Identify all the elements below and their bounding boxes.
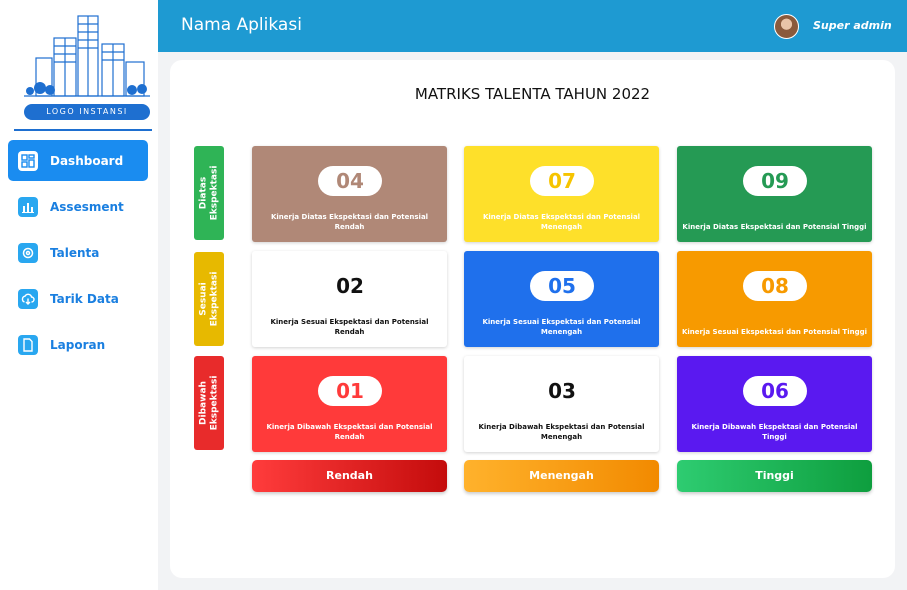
avatar[interactable] bbox=[774, 14, 799, 39]
cell-description: Kinerja Diatas Ekspektasi dan Potensial … bbox=[682, 223, 867, 231]
matrix-cell-04[interactable]: 04 Kinerja Diatas Ekspektasi dan Potensi… bbox=[252, 146, 447, 242]
column-label-rendah[interactable]: Rendah bbox=[252, 460, 447, 492]
row-label-text: Dibawah Ekspektasi bbox=[198, 375, 219, 431]
cell-number: 05 bbox=[530, 271, 594, 301]
cell-description: Kinerja Diatas Ekspektasi dan Potensial … bbox=[270, 213, 429, 231]
cell-description: Kinerja Sesuai Ekspektasi dan Potensial … bbox=[270, 318, 429, 336]
row-label-diatas: Diatas Ekspektasi bbox=[194, 146, 224, 240]
matrix-cell-07[interactable]: 07 Kinerja Diatas Ekspektasi dan Potensi… bbox=[464, 146, 659, 242]
top-header: Nama Aplikasi Super admin bbox=[158, 0, 907, 52]
cell-description: Kinerja Dibawah Ekspektasi dan Potensial… bbox=[266, 423, 433, 441]
cell-description: Kinerja Dibawah Ekspektasi dan Potensial… bbox=[478, 423, 645, 441]
cell-description: Kinerja Diatas Ekspektasi dan Potensial … bbox=[482, 213, 641, 231]
user-name[interactable]: Super admin bbox=[813, 19, 892, 32]
cell-number: 03 bbox=[548, 379, 576, 403]
sidebar-item-label: Talenta bbox=[50, 245, 100, 260]
gear-icon bbox=[18, 242, 38, 263]
sidebar-item-label: Assesment bbox=[50, 199, 124, 214]
cell-description: Kinerja Dibawah Ekspektasi dan Potensial… bbox=[691, 423, 858, 441]
agency-logo: LOGO INSTANSI bbox=[20, 10, 152, 120]
dashboard-icon bbox=[18, 150, 38, 171]
matrix-cell-02[interactable]: 02 Kinerja Sesuai Ekspektasi dan Potensi… bbox=[252, 251, 447, 347]
row-label-text: Sesuai Ekspektasi bbox=[198, 271, 219, 327]
matrix-cell-09[interactable]: 09 Kinerja Diatas Ekspektasi dan Potensi… bbox=[677, 146, 872, 242]
matrix-cell-01[interactable]: 01 Kinerja Dibawah Ekspektasi dan Potens… bbox=[252, 356, 447, 452]
matrix-cell-08[interactable]: 08 Kinerja Sesuai Ekspektasi dan Potensi… bbox=[677, 251, 872, 347]
document-icon bbox=[18, 334, 38, 355]
matrix-cell-06[interactable]: 06 Kinerja Dibawah Ekspektasi dan Potens… bbox=[677, 356, 872, 452]
cell-description: Kinerja Sesuai Ekspektasi dan Potensial … bbox=[482, 318, 641, 336]
cell-number: 02 bbox=[336, 274, 364, 298]
sidebar-item-laporan[interactable]: Laporan bbox=[8, 324, 148, 365]
talent-matrix-card: MATRIKS TALENTA TAHUN 2022 Diatas Ekspek… bbox=[170, 60, 895, 578]
sidebar-item-label: Tarik Data bbox=[50, 291, 119, 306]
sidebar-nav: Dashboard Assesment Talenta Tarik Data L… bbox=[8, 140, 148, 370]
sidebar: LOGO INSTANSI Dashboard Assesment Talent… bbox=[0, 0, 158, 590]
cell-number: 01 bbox=[318, 376, 382, 406]
sidebar-item-dashboard[interactable]: Dashboard bbox=[8, 140, 148, 181]
row-label-dibawah: Dibawah Ekspektasi bbox=[194, 356, 224, 450]
column-label-menengah[interactable]: Menengah bbox=[464, 460, 659, 492]
row-label-text: Diatas Ekspektasi bbox=[198, 165, 219, 221]
app-title: Nama Aplikasi bbox=[181, 15, 302, 35]
sidebar-item-assesment[interactable]: Assesment bbox=[8, 186, 148, 227]
city-buildings-icon bbox=[24, 15, 150, 97]
matrix-cell-03[interactable]: 03 Kinerja Dibawah Ekspektasi dan Potens… bbox=[464, 356, 659, 452]
logo-text: LOGO INSTANSI bbox=[24, 104, 150, 120]
cell-number: 07 bbox=[530, 166, 594, 196]
sidebar-item-tarik-data[interactable]: Tarik Data bbox=[8, 278, 148, 319]
cell-number: 04 bbox=[318, 166, 382, 196]
sidebar-item-label: Laporan bbox=[50, 337, 106, 352]
cell-number: 06 bbox=[743, 376, 807, 406]
bar-chart-icon bbox=[18, 196, 38, 217]
cell-number: 08 bbox=[743, 271, 807, 301]
matrix-cell-05[interactable]: 05 Kinerja Sesuai Ekspektasi dan Potensi… bbox=[464, 251, 659, 347]
page-title: MATRIKS TALENTA TAHUN 2022 bbox=[414, 85, 651, 103]
cell-number: 09 bbox=[743, 166, 807, 196]
cell-description: Kinerja Sesuai Ekspektasi dan Potensial … bbox=[681, 328, 868, 336]
sidebar-item-label: Dashboard bbox=[50, 153, 124, 168]
cloud-download-icon bbox=[18, 288, 38, 309]
row-label-sesuai: Sesuai Ekspektasi bbox=[194, 252, 224, 346]
divider bbox=[14, 129, 152, 131]
sidebar-item-talenta[interactable]: Talenta bbox=[8, 232, 148, 273]
column-label-tinggi[interactable]: Tinggi bbox=[677, 460, 872, 492]
